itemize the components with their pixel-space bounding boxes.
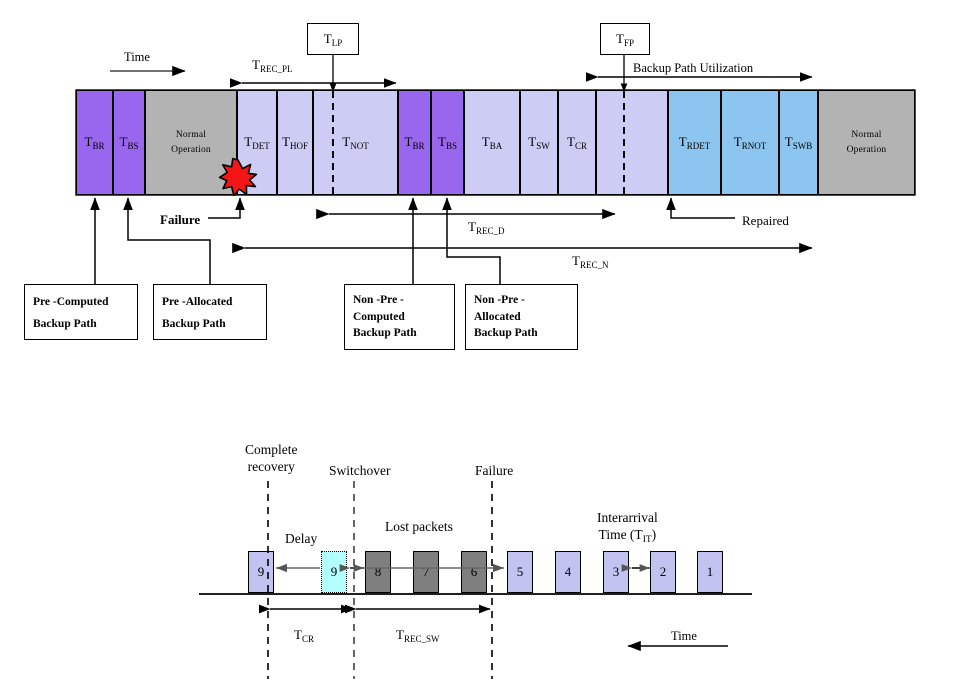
timeline-block-t-idle xyxy=(596,90,668,195)
timeline-block-t-swb: TSWB xyxy=(779,90,818,195)
packet-number: 2 xyxy=(659,564,667,579)
timeline-block-t-cr: TCR xyxy=(558,90,596,195)
timeline-block-t-br-1: TBR xyxy=(76,90,113,195)
measure-label-t-rec-d: TREC_D xyxy=(468,219,505,236)
timeline-block-t-rnot: TRNOT xyxy=(721,90,779,195)
timeline-block-normal-1: Normal Operation xyxy=(145,90,237,195)
packet-1: 1 xyxy=(697,551,723,593)
timeline-block-t-det: TDET xyxy=(237,90,277,195)
callout-line: Computed xyxy=(353,310,405,323)
callout-line: Non -Pre - xyxy=(474,294,525,306)
timeline-block-t-sw: TSW xyxy=(520,90,558,195)
packet-9-delayed: 9 xyxy=(321,551,347,593)
timeline-block-label: TBR xyxy=(404,134,425,152)
packet-4: 4 xyxy=(555,551,581,593)
packet-number: 9 xyxy=(257,564,265,579)
annotation-repaired-label: Repaired xyxy=(742,213,789,228)
packet-number: 8 xyxy=(374,564,382,579)
timeline-block-t-not: TNOT xyxy=(313,90,398,195)
callout-line: Allocated xyxy=(474,310,521,323)
bottom-time-axis-label: Time xyxy=(671,629,697,643)
timeline-block-t-bs-1: TBS xyxy=(113,90,145,195)
packet-9-recovered: 9 xyxy=(248,551,274,593)
packet-number: 9 xyxy=(330,564,338,579)
packet-inline-label-delay-label: Delay xyxy=(285,531,318,546)
timeline-block-t-ba: TBA xyxy=(464,90,520,195)
tag-box-label: TFP xyxy=(616,31,634,48)
packet-5: 5 xyxy=(507,551,533,593)
tag-box-label: TLP xyxy=(323,31,343,48)
packet-heading-complete-recovery: Complete recovery xyxy=(245,442,298,474)
timeline-block-label: TBA xyxy=(481,134,503,152)
timeline-block-t-br-2: TBR xyxy=(398,90,431,195)
timeline-block-label: TBR xyxy=(84,134,105,152)
callout-line: Backup Path xyxy=(33,317,97,330)
packet-heading-switchover: Switchover xyxy=(329,463,391,478)
timeline-block-label: TRDET xyxy=(678,134,711,152)
callout-line: Pre -Allocated xyxy=(162,296,233,308)
packet-3: 3 xyxy=(603,551,629,593)
timeline-block-label: TNOT xyxy=(342,134,369,152)
packet-inline-label-interarrival-label: Interarrival Time (TIT) xyxy=(597,510,658,545)
packet-number: 4 xyxy=(564,564,572,579)
tag-box-t-fp: TFP xyxy=(600,23,650,55)
callout-line: Backup Path xyxy=(162,317,226,330)
packet-number: 7 xyxy=(422,564,430,579)
timeline-block-label: TCR xyxy=(567,134,587,152)
packet-number: 5 xyxy=(516,564,524,579)
timeline-block-label: TSW xyxy=(528,134,550,152)
packet-number: 6 xyxy=(470,564,478,579)
packet-heading-failure: Failure xyxy=(475,463,514,478)
callout-line: Backup Path xyxy=(353,327,417,340)
tag-box-t-lp: TLP xyxy=(307,23,359,55)
timeline-block-label: TRNOT xyxy=(733,134,767,152)
callout-line: Pre -Computed xyxy=(33,296,109,308)
timeline-block-t-bs-2: TBS xyxy=(431,90,464,195)
diagram-canvas: TBR TBS Normal Operation TDET THOF TNOT TBR TBS T… xyxy=(0,0,976,699)
timeline-block-label: TBS xyxy=(119,134,139,152)
callout-non-pre-allocated-backup-path: Non -Pre - Allocated Backup Path xyxy=(465,284,578,350)
packet-7-lost: 7 xyxy=(413,551,439,593)
callout-pre-computed-backup-path: Pre -Computed Backup Path xyxy=(24,284,138,340)
packet-inline-label-lost-packets-label: Lost packets xyxy=(385,519,453,534)
packet-number: 3 xyxy=(612,564,620,579)
timeline-block-label: THOF xyxy=(282,134,308,152)
timeline-block-label: Normal Operation xyxy=(846,130,887,155)
annotation-failure-label: Failure xyxy=(160,212,201,227)
packet-6-lost: 6 xyxy=(461,551,487,593)
timeline-block-normal-2: Normal Operation xyxy=(818,90,915,195)
measure-label-backup-path-utilization: Backup Path Utilization xyxy=(633,61,754,75)
timeline-block-t-rdet: TRDET xyxy=(668,90,721,195)
timeline-block-label: Normal Operation xyxy=(171,130,211,155)
measure-label-t-cr-bottom: TCR xyxy=(294,627,314,644)
callout-line: Backup Path xyxy=(474,327,538,340)
measure-label-t-rec-pl: TREC_PL xyxy=(252,57,293,74)
callout-pre-allocated-backup-path: Pre -Allocated Backup Path xyxy=(153,284,267,340)
timeline-block-label: TDET xyxy=(244,134,270,152)
measure-label-t-rec-sw-bottom: TREC_SW xyxy=(396,627,440,644)
packet-number: 1 xyxy=(706,564,714,579)
timeline-block-label: TSWB xyxy=(784,134,813,152)
top-time-axis-label: Time xyxy=(124,50,150,64)
packet-8-lost: 8 xyxy=(365,551,391,593)
timeline-block-t-hof: THOF xyxy=(277,90,313,195)
callout-line: Non -Pre - xyxy=(353,294,404,306)
measure-label-t-rec-n: TREC_N xyxy=(572,253,609,270)
packet-2: 2 xyxy=(650,551,676,593)
timeline-block-label: TBS xyxy=(438,134,457,152)
callout-non-pre-computed-backup-path: Non -Pre - Computed Backup Path xyxy=(344,284,455,350)
